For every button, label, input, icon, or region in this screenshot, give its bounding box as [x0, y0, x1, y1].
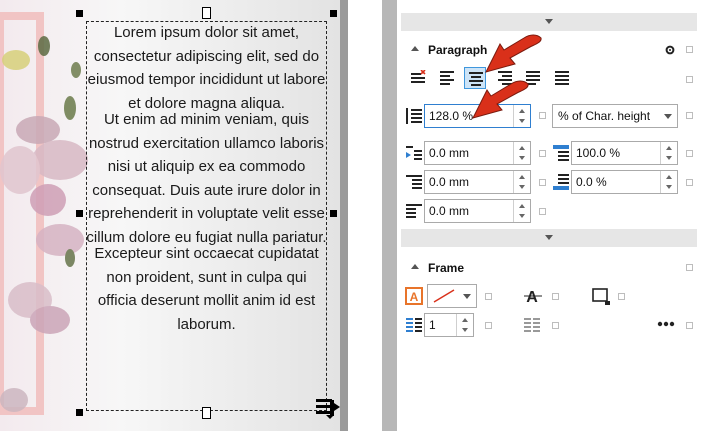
- selection-handle-middle-right[interactable]: [330, 210, 337, 217]
- justify-icon: [526, 71, 540, 85]
- space-after-value[interactable]: 0.0 %: [576, 175, 607, 189]
- document-canvas[interactable]: Lorem ipsum dolor sit amet, consectetur …: [0, 0, 348, 431]
- column-settings-checkbox[interactable]: [552, 322, 559, 329]
- first-line-indent-checkbox[interactable]: [539, 150, 546, 157]
- paragraph-2[interactable]: Ut enim ad minim veniam, quis nostrud ex…: [86, 108, 327, 249]
- chevron-down-icon: [545, 235, 553, 240]
- more-options-checkbox[interactable]: [686, 322, 693, 329]
- space-after-checkbox[interactable]: [686, 179, 693, 186]
- paragraph-1[interactable]: Lorem ipsum dolor sit amet, consectetur …: [86, 21, 327, 115]
- right-indent-value[interactable]: 0.0 mm: [429, 204, 469, 218]
- space-after-icon: [553, 174, 569, 190]
- right-indent-stepper[interactable]: [513, 200, 530, 222]
- frame-section-title: Frame: [428, 261, 465, 275]
- space-after-stepper[interactable]: [660, 171, 677, 193]
- section-collapse-icon[interactable]: [411, 46, 419, 51]
- left-indent-input[interactable]: 0.0 mm: [424, 170, 531, 194]
- columns-checkbox[interactable]: [485, 322, 492, 329]
- chevron-down-icon: [463, 294, 471, 299]
- first-line-indent-input[interactable]: 0.0 mm: [424, 141, 531, 165]
- text-properties-panel: Paragraph 128.0 % % of Char. height 0.0 …: [397, 0, 717, 431]
- columns-value[interactable]: 1: [429, 318, 436, 332]
- align-left-button[interactable]: [436, 67, 458, 89]
- columns-stepper[interactable]: [456, 314, 473, 336]
- no-alignment-icon: [411, 70, 426, 83]
- text-wrap-color-icon[interactable]: A: [523, 287, 543, 305]
- canvas-gap: [348, 0, 382, 431]
- selection-handle-middle-left[interactable]: [76, 210, 83, 217]
- more-options-icon[interactable]: [657, 321, 675, 327]
- force-justify-icon: [555, 71, 569, 85]
- svg-text:A: A: [410, 290, 419, 304]
- chevron-down-icon: [664, 114, 672, 119]
- first-line-indent-value[interactable]: 0.0 mm: [429, 146, 469, 160]
- fit-frame-checkbox[interactable]: [618, 293, 625, 300]
- right-indent-checkbox[interactable]: [539, 208, 546, 215]
- selection-handle-top-left[interactable]: [76, 10, 83, 17]
- line-spacing-value[interactable]: 128.0 %: [429, 109, 473, 123]
- paragraph-section-title: Paragraph: [428, 43, 488, 57]
- canvas-border: [340, 0, 348, 431]
- space-before-input[interactable]: 100.0 %: [571, 141, 678, 165]
- justify-button[interactable]: [522, 67, 544, 89]
- space-before-value[interactable]: 100.0 %: [576, 146, 620, 160]
- columns-input[interactable]: 1: [424, 313, 474, 337]
- first-line-indent-icon: [406, 146, 422, 160]
- align-right-icon: [498, 71, 512, 85]
- gear-icon[interactable]: [665, 45, 675, 55]
- selection-handle-top-right[interactable]: [330, 10, 337, 17]
- line-spacing-unit-checkbox[interactable]: [686, 112, 693, 119]
- left-indent-stepper[interactable]: [513, 171, 530, 193]
- column-settings-icon[interactable]: [523, 316, 541, 334]
- frame-color-checkbox[interactable]: [485, 293, 492, 300]
- align-center-button[interactable]: [464, 67, 486, 89]
- first-line-indent-stepper[interactable]: [513, 142, 530, 164]
- panel-scroll-track[interactable]: [382, 0, 397, 431]
- collapse-bar-top[interactable]: [401, 13, 697, 31]
- fit-frame-icon[interactable]: [591, 287, 611, 305]
- no-color-swatch-icon: [433, 289, 455, 303]
- no-alignment-button[interactable]: [407, 67, 429, 89]
- line-spacing-checkbox[interactable]: [539, 112, 546, 119]
- space-after-input[interactable]: 0.0 %: [571, 170, 678, 194]
- frame-text[interactable]: Lorem ipsum dolor sit amet, consectetur …: [86, 21, 327, 336]
- space-before-checkbox[interactable]: [686, 150, 693, 157]
- paragraph-section-checkbox[interactable]: [686, 46, 693, 53]
- right-indent-input[interactable]: 0.0 mm: [424, 199, 531, 223]
- force-justify-button[interactable]: [551, 67, 573, 89]
- paragraph-3[interactable]: Excepteur sint occaecat cupidatat non pr…: [86, 242, 327, 336]
- selection-handle-bottom-middle[interactable]: [202, 407, 211, 419]
- line-spacing-unit-select[interactable]: % of Char. height: [552, 104, 678, 128]
- selection-handle-bottom-left[interactable]: [76, 409, 83, 416]
- collapse-bar-paragraph[interactable]: [401, 229, 697, 247]
- frame-background-color-icon[interactable]: A: [405, 287, 423, 305]
- space-before-stepper[interactable]: [660, 142, 677, 164]
- align-left-icon: [440, 71, 454, 85]
- line-spacing-stepper[interactable]: [513, 105, 530, 127]
- text-wrap-checkbox[interactable]: [552, 293, 559, 300]
- left-indent-icon: [406, 175, 422, 189]
- svg-text:A: A: [526, 289, 538, 305]
- frame-color-picker[interactable]: [427, 284, 477, 308]
- align-right-button[interactable]: [494, 67, 516, 89]
- selection-handle-top-middle[interactable]: [202, 7, 211, 19]
- line-spacing-input[interactable]: 128.0 %: [424, 104, 531, 128]
- frame-section-checkbox[interactable]: [686, 264, 693, 271]
- columns-icon: [406, 318, 422, 332]
- text-overflow-icon[interactable]: [314, 397, 342, 421]
- chevron-down-icon: [545, 19, 553, 24]
- left-indent-checkbox[interactable]: [539, 179, 546, 186]
- align-center-icon: [469, 72, 483, 86]
- right-indent-icon: [406, 204, 422, 218]
- alignment-checkbox[interactable]: [686, 76, 693, 83]
- line-spacing-icon: [406, 108, 422, 124]
- left-indent-value[interactable]: 0.0 mm: [429, 175, 469, 189]
- section-collapse-icon[interactable]: [411, 264, 419, 269]
- line-spacing-unit-value: % of Char. height: [558, 109, 651, 123]
- space-before-icon: [553, 145, 569, 161]
